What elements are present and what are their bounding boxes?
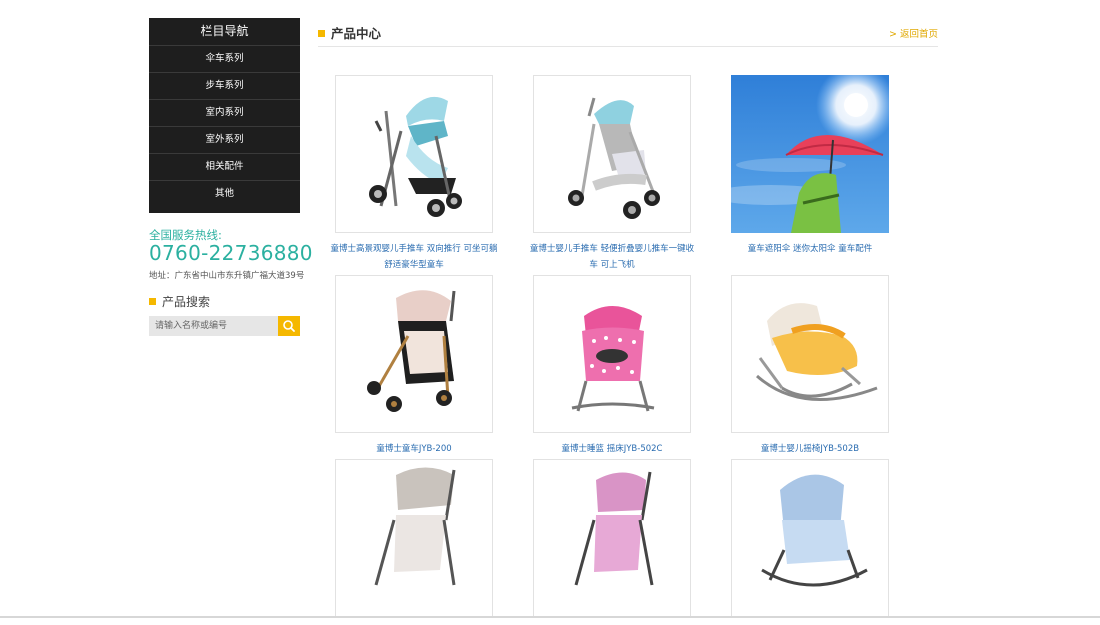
search-box [149, 316, 300, 336]
stroller-icon [574, 471, 654, 586]
search-title-text: 产品搜索 [162, 295, 211, 309]
product-card[interactable] [731, 459, 889, 625]
search-icon [283, 320, 295, 332]
nav-item-umbrella-stroller[interactable]: 伞车系列 [149, 45, 300, 72]
stroller-icon [369, 96, 462, 217]
product-image[interactable] [731, 75, 889, 233]
nav-item-outdoor[interactable]: 室外系列 [149, 126, 300, 153]
product-caption[interactable]: 童博士婴儿摇椅JYB-502B [725, 441, 895, 457]
stroller-icon [367, 290, 456, 412]
page-title-text: 产品中心 [331, 26, 382, 41]
product-image[interactable] [533, 275, 691, 433]
address-text: 地址：广东省中山市东升镇广福大道39号 [149, 271, 305, 281]
product-image[interactable] [731, 275, 889, 433]
nav-item-stroller[interactable]: 步车系列 [149, 72, 300, 99]
hotline-number: 0760-22736880 [149, 241, 313, 265]
title-marker-icon [149, 298, 156, 305]
nav-item-accessories[interactable]: 相关配件 [149, 153, 300, 180]
parasol-icon [731, 75, 889, 233]
product-image[interactable] [335, 275, 493, 433]
product-caption[interactable]: 童博士童车JYB-200 [329, 441, 499, 457]
product-card[interactable]: 童博士童车JYB-200 [335, 275, 493, 457]
stroller-icon [374, 467, 456, 586]
title-marker-icon [318, 30, 325, 37]
nav-item-other[interactable]: 其他 [149, 180, 300, 207]
product-caption[interactable]: 童博士高景观婴儿手推车 双向推行 可坐可躺舒适豪华型童车 [329, 241, 499, 273]
back-home-link[interactable]: > 返回首页 [889, 26, 938, 40]
product-caption[interactable]: 童博士睡篮 摇床JYB-502C [527, 441, 697, 457]
rocker-icon [761, 474, 868, 587]
stroller-icon [568, 97, 660, 219]
nav-title: 栏目导航 [200, 24, 249, 38]
product-card[interactable]: 童博士婴儿摇椅JYB-502B [731, 275, 889, 457]
product-card[interactable]: 童博士睡篮 摇床JYB-502C [533, 275, 691, 457]
product-image[interactable] [335, 75, 493, 233]
page-title: 产品中心 [318, 23, 381, 42]
product-image[interactable] [533, 75, 691, 233]
product-card[interactable]: 童博士婴儿手推车 轻便折叠婴儿推车一键收车 可上飞机 [530, 75, 694, 273]
search-section-title: 产品搜索 [149, 293, 210, 310]
rocker-icon [756, 303, 878, 402]
product-image[interactable] [335, 459, 493, 617]
nav-item-indoor[interactable]: 室内系列 [149, 99, 300, 126]
content-header: 产品中心 > 返回首页 [318, 18, 938, 47]
cradle-icon [571, 306, 655, 412]
product-caption[interactable]: 童车遮阳伞 迷你太阳伞 童车配件 [725, 241, 895, 257]
product-image[interactable] [731, 459, 889, 617]
sidebar-nav: 栏目导航 伞车系列 步车系列 室内系列 室外系列 相关配件 其他 [149, 18, 300, 213]
product-card[interactable] [533, 459, 691, 625]
product-card[interactable]: 童博士高景观婴儿手推车 双向推行 可坐可躺舒适豪华型童车 [331, 75, 497, 273]
product-image[interactable] [533, 459, 691, 617]
search-button[interactable] [278, 316, 300, 336]
search-input[interactable] [149, 316, 278, 336]
product-caption[interactable]: 童博士婴儿手推车 轻便折叠婴儿推车一键收车 可上飞机 [527, 241, 697, 273]
product-card[interactable]: 童车遮阳伞 迷你太阳伞 童车配件 [731, 75, 889, 257]
product-card[interactable] [335, 459, 493, 625]
